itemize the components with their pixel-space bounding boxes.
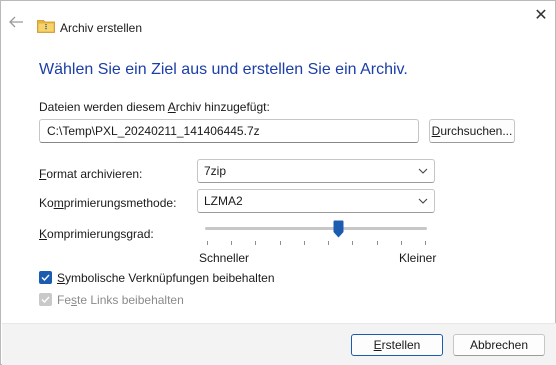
slider-tick bbox=[352, 241, 354, 245]
slider-tick bbox=[231, 241, 233, 245]
page-heading: Wählen Sie ein Ziel aus und erstellen Si… bbox=[39, 61, 408, 78]
slider-min-label: Schneller bbox=[199, 251, 250, 265]
back-arrow-icon[interactable] bbox=[7, 14, 25, 30]
format-select[interactable]: 7zip bbox=[197, 159, 435, 183]
files-label: Dateien werden diesem Archiv hinzugefügt… bbox=[39, 100, 270, 114]
symlinks-checkbox-label[interactable]: Symbolische Verknüpfungen beibehalten bbox=[57, 271, 275, 285]
archive-folder-icon bbox=[37, 19, 55, 33]
title-bar: Archiv erstellen ✕ bbox=[1, 1, 555, 41]
level-label: Komprimierungsgrad: bbox=[39, 227, 154, 241]
slider-tick bbox=[328, 241, 330, 245]
slider-tick bbox=[425, 241, 426, 245]
chevron-down-icon bbox=[418, 193, 428, 209]
cancel-button[interactable]: Abbrechen bbox=[453, 334, 545, 356]
chevron-down-icon bbox=[418, 163, 428, 179]
format-label: Format archivieren: bbox=[39, 167, 143, 181]
hardlinks-checkbox bbox=[39, 293, 52, 306]
slider-tick bbox=[279, 241, 281, 245]
slider-tick bbox=[400, 241, 402, 245]
create-button[interactable]: Erstellen bbox=[351, 334, 443, 356]
slider-max-label: Kleiner bbox=[399, 251, 437, 265]
window-title: Archiv erstellen bbox=[60, 21, 143, 35]
create-archive-dialog: Archiv erstellen ✕ Wählen Sie ein Ziel a… bbox=[0, 0, 556, 365]
slider-tick bbox=[376, 241, 378, 245]
slider-tick bbox=[255, 241, 257, 245]
format-select-value: 7zip bbox=[204, 164, 227, 178]
archive-path-input[interactable]: C:\Temp\PXL_20240211_141406445.7z bbox=[39, 119, 419, 143]
close-icon[interactable]: ✕ bbox=[529, 5, 553, 27]
method-label: Komprimierungsmethode: bbox=[39, 196, 177, 210]
hardlinks-checkbox-label: Feste Links beibehalten bbox=[57, 293, 184, 307]
slider-tick bbox=[303, 241, 305, 245]
method-select[interactable]: LZMA2 bbox=[197, 189, 435, 213]
compression-slider-thumb[interactable] bbox=[333, 220, 344, 238]
slider-tick bbox=[207, 241, 208, 245]
browse-button[interactable]: Durchsuchen... bbox=[429, 119, 515, 143]
compression-slider-track[interactable] bbox=[205, 227, 427, 230]
symlinks-checkbox[interactable] bbox=[39, 271, 52, 284]
method-select-value: LZMA2 bbox=[204, 194, 243, 208]
